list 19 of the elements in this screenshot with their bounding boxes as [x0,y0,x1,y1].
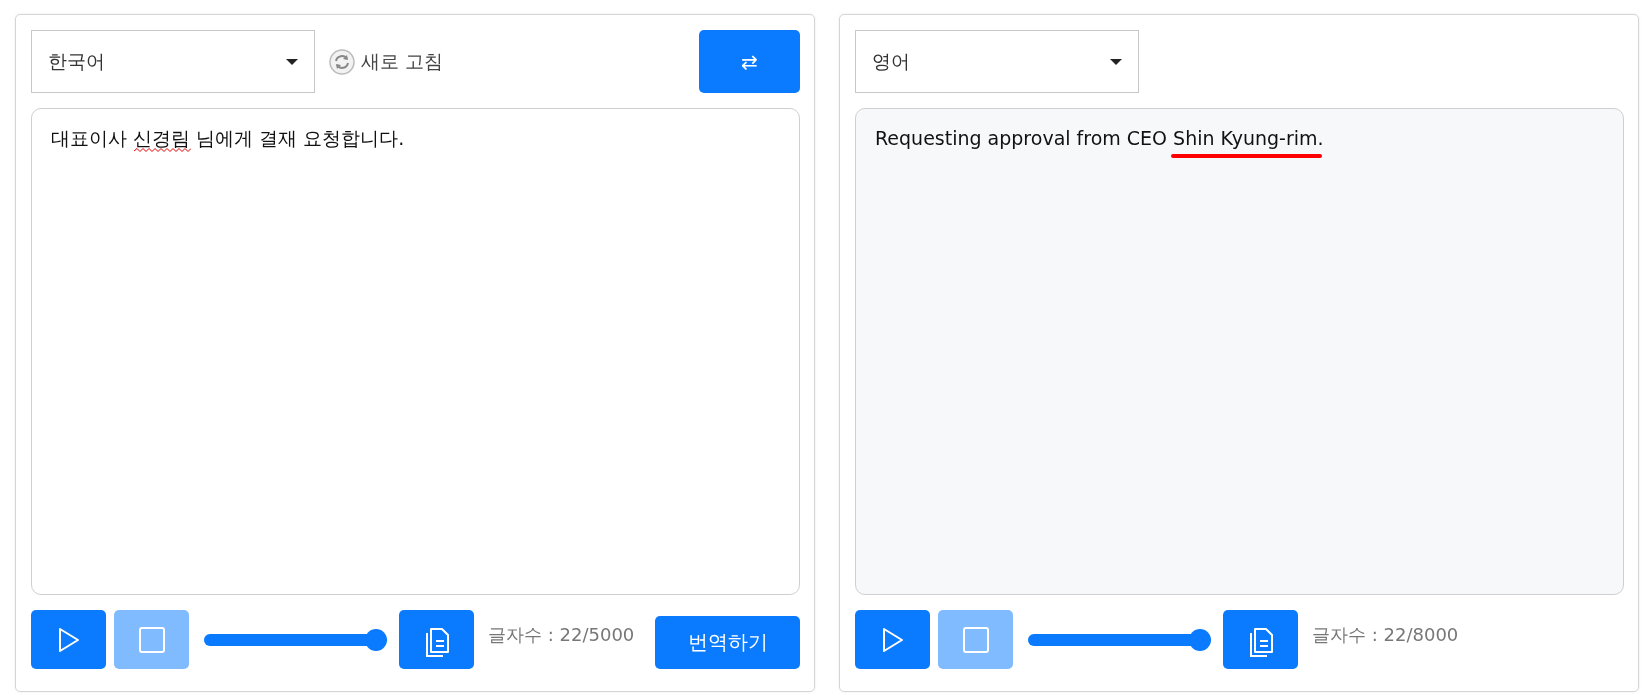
copy-button[interactable] [1223,610,1298,669]
swap-button[interactable]: ⇄ [699,30,800,93]
caret-icon [286,58,298,65]
play-button[interactable] [855,610,930,669]
stop-icon [137,625,166,654]
text-input[interactable]: 대표이사 신경림 님에게 결재 요청합니다. [31,108,800,595]
input-text: 대표이사 신경림 님에게 결재 요청합니다. [51,126,406,151]
caret-icon [1110,58,1122,65]
refresh-link[interactable]: 새로 고침 [329,48,444,75]
language-select[interactable]: 한국어 [31,30,315,93]
language-select[interactable]: 영어 [855,30,1139,93]
character-count: 글자수 : 22/8000 [1312,622,1459,647]
refresh-icon [329,48,355,75]
stop-icon [961,625,990,654]
play-button[interactable] [31,610,106,669]
translated-text: Requesting approval from CEO Shin Kyung-rim. [875,126,1325,151]
copy-button[interactable] [399,610,474,669]
translate-button[interactable]: 번역하기 [655,616,800,669]
character-count: 글자수 : 22/5000 [488,622,635,647]
